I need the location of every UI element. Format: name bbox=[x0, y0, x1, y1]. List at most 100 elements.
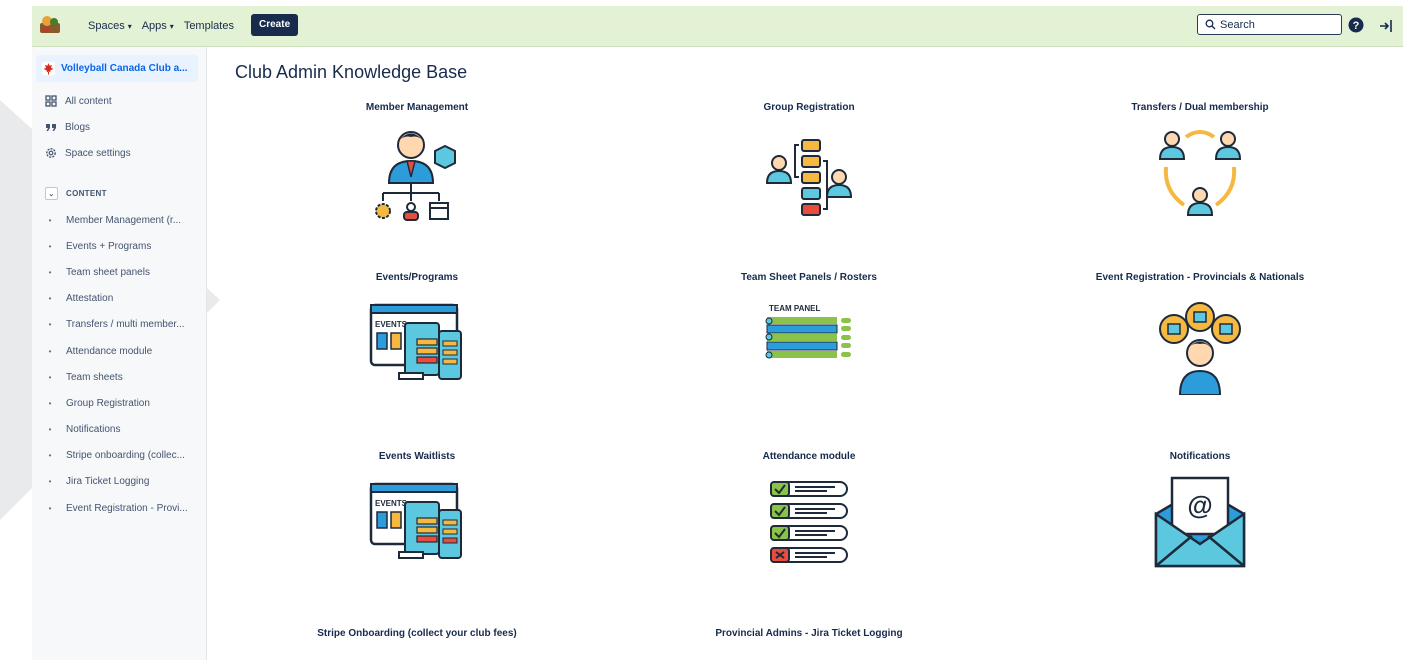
blogs-link[interactable]: Blogs bbox=[45, 121, 90, 133]
card-events-waitlists[interactable]: Events Waitlists EVENTS bbox=[267, 451, 567, 579]
tree-item[interactable]: • Notifications bbox=[45, 417, 205, 443]
space-settings-link[interactable]: Space settings bbox=[45, 147, 131, 159]
logout-icon[interactable] bbox=[1377, 18, 1393, 34]
tree-item[interactable]: • Group Registration bbox=[45, 390, 205, 416]
space-settings-label: Space settings bbox=[65, 147, 131, 159]
at-symbol: @ bbox=[1187, 490, 1212, 520]
bullet-icon: • bbox=[48, 451, 52, 461]
apps-menu[interactable]: Apps ▾ bbox=[142, 20, 174, 32]
tree-item[interactable]: • Team sheets bbox=[45, 364, 205, 390]
tree-item-label: Attestation bbox=[66, 293, 114, 305]
tree-item-label: Jira Ticket Logging bbox=[66, 476, 150, 488]
card-title: Stripe Onboarding (collect your club fee… bbox=[317, 628, 517, 639]
card-title: Events Waitlists bbox=[378, 451, 456, 462]
card-title: Team Sheet Panels / Rosters bbox=[741, 272, 877, 283]
tree-item-label: Transfers / multi member... bbox=[66, 319, 185, 331]
maple-leaf-icon bbox=[42, 62, 55, 75]
bullet-icon: • bbox=[48, 477, 52, 487]
bullet-icon: • bbox=[48, 425, 52, 435]
card-attendance-module[interactable]: Attendance module bbox=[659, 451, 959, 579]
tree-item[interactable]: • Member Management (r... bbox=[45, 207, 205, 233]
tree-item-label: Stripe onboarding (collec... bbox=[66, 450, 185, 462]
tree-item-label: Team sheets bbox=[66, 371, 123, 383]
all-content-label: All content bbox=[65, 95, 112, 107]
content-section-header[interactable]: ⌄ CONTENT bbox=[45, 187, 107, 200]
bullet-icon: • bbox=[48, 215, 52, 225]
bullet-icon: • bbox=[48, 294, 52, 304]
chevron-down-icon: ▾ bbox=[127, 21, 132, 31]
tree-item[interactable]: • Attestation bbox=[45, 286, 205, 312]
chevron-down-icon[interactable]: ⌄ bbox=[45, 187, 58, 200]
card-event-registration[interactable]: Event Registration - Provincials & Natio… bbox=[1050, 272, 1350, 400]
attendance-checklist-icon bbox=[770, 481, 848, 563]
tree-item[interactable]: • Events + Programs bbox=[45, 233, 205, 259]
card-title: Events/Programs bbox=[375, 272, 459, 283]
spaces-label: Spaces bbox=[88, 20, 125, 32]
card-title: Notifications bbox=[1169, 451, 1231, 462]
tree-item[interactable]: • Jira Ticket Logging bbox=[45, 469, 205, 495]
tree-item-label: Team sheet panels bbox=[66, 266, 150, 278]
main-content: Club Admin Knowledge Base Member Managem… bbox=[207, 47, 1403, 660]
chevron-down-icon: ▾ bbox=[169, 21, 174, 31]
help-icon[interactable]: ? bbox=[1348, 17, 1364, 33]
gear-icon bbox=[46, 148, 56, 158]
card-jira-ticket-logging[interactable]: Provincial Admins - Jira Ticket Logging bbox=[659, 628, 959, 639]
tree-item-label: Notifications bbox=[66, 424, 121, 436]
bullet-icon: • bbox=[48, 267, 52, 277]
bullet-icon: • bbox=[48, 320, 52, 330]
card-title: Transfers / Dual membership bbox=[1131, 102, 1269, 113]
events-text: EVENTS bbox=[375, 320, 408, 329]
transfers-icon bbox=[1158, 130, 1242, 216]
events-programs-icon: EVENTS bbox=[369, 303, 462, 380]
card-transfers[interactable]: Transfers / Dual membership bbox=[1050, 102, 1350, 230]
sidebar: Volleyball Canada Club a... All content … bbox=[32, 47, 207, 660]
search-placeholder: Search bbox=[1220, 18, 1255, 31]
tree-item[interactable]: • Transfers / multi member... bbox=[45, 312, 205, 338]
team-panel-text: TEAM PANEL bbox=[769, 304, 821, 313]
events-waitlists-icon: EVENTS bbox=[369, 482, 462, 559]
tree-item-label: Group Registration bbox=[66, 397, 150, 409]
tree-item-label: Member Management (r... bbox=[66, 214, 182, 226]
card-stripe-onboarding[interactable]: Stripe Onboarding (collect your club fee… bbox=[267, 628, 567, 639]
tree-item[interactable]: • Event Registration - Provi... bbox=[45, 495, 205, 521]
templates-link[interactable]: Templates bbox=[184, 20, 234, 32]
bullet-icon: • bbox=[48, 241, 52, 251]
tree-item-label: Event Registration - Provi... bbox=[66, 502, 188, 514]
group-registration-icon bbox=[765, 139, 853, 216]
member-management-icon bbox=[375, 131, 456, 221]
all-content-link[interactable]: All content bbox=[45, 95, 112, 107]
email-envelope-icon: @ bbox=[1154, 476, 1246, 568]
space-name: Volleyball Canada Club a... bbox=[61, 63, 188, 74]
grid-icon bbox=[45, 95, 57, 107]
apps-label: Apps bbox=[141, 20, 167, 32]
tree-item-label: Attendance module bbox=[66, 345, 153, 357]
quote-icon bbox=[46, 124, 56, 131]
top-nav: Spaces ▾ Apps ▾ Templates bbox=[88, 6, 244, 46]
card-title: Provincial Admins - Jira Ticket Logging bbox=[715, 628, 903, 639]
event-registration-icon bbox=[1159, 302, 1241, 396]
blogs-label: Blogs bbox=[65, 121, 91, 133]
card-group-registration[interactable]: Group Registration bbox=[659, 102, 959, 230]
search-input[interactable]: Search bbox=[1197, 14, 1342, 35]
bullet-icon: • bbox=[48, 503, 52, 513]
card-team-sheet-panels[interactable]: Team Sheet Panels / Rosters TEAM PANEL bbox=[659, 272, 959, 400]
bullet-icon: • bbox=[48, 398, 52, 408]
tree-item[interactable]: • Team sheet panels bbox=[45, 259, 205, 285]
card-title: Attendance module bbox=[762, 451, 856, 462]
bullet-icon: • bbox=[48, 346, 52, 356]
create-button[interactable]: Create bbox=[251, 14, 299, 36]
card-events-programs[interactable]: Events/Programs EVENTS bbox=[267, 272, 567, 400]
tree-item[interactable]: • Stripe onboarding (collec... bbox=[45, 443, 205, 469]
team-panel-icon: TEAM PANEL bbox=[765, 304, 851, 359]
tree-item[interactable]: • Attendance module bbox=[45, 338, 205, 364]
current-space[interactable]: Volleyball Canada Club a... bbox=[36, 55, 198, 82]
spaces-menu[interactable]: Spaces ▾ bbox=[88, 20, 132, 32]
top-navigation-bar: Spaces ▾ Apps ▾ Templates Create Search ? bbox=[32, 6, 1403, 47]
page-title: Club Admin Knowledge Base bbox=[235, 62, 468, 82]
page-tree: • Member Management (r... • Events + Progr… bbox=[45, 207, 205, 521]
card-title: Member Management bbox=[365, 102, 469, 113]
card-member-management[interactable]: Member Management bbox=[267, 102, 567, 230]
search-icon bbox=[1205, 19, 1216, 30]
card-notifications[interactable]: Notifications @ bbox=[1050, 451, 1350, 579]
space-logo-icon[interactable] bbox=[39, 13, 61, 35]
